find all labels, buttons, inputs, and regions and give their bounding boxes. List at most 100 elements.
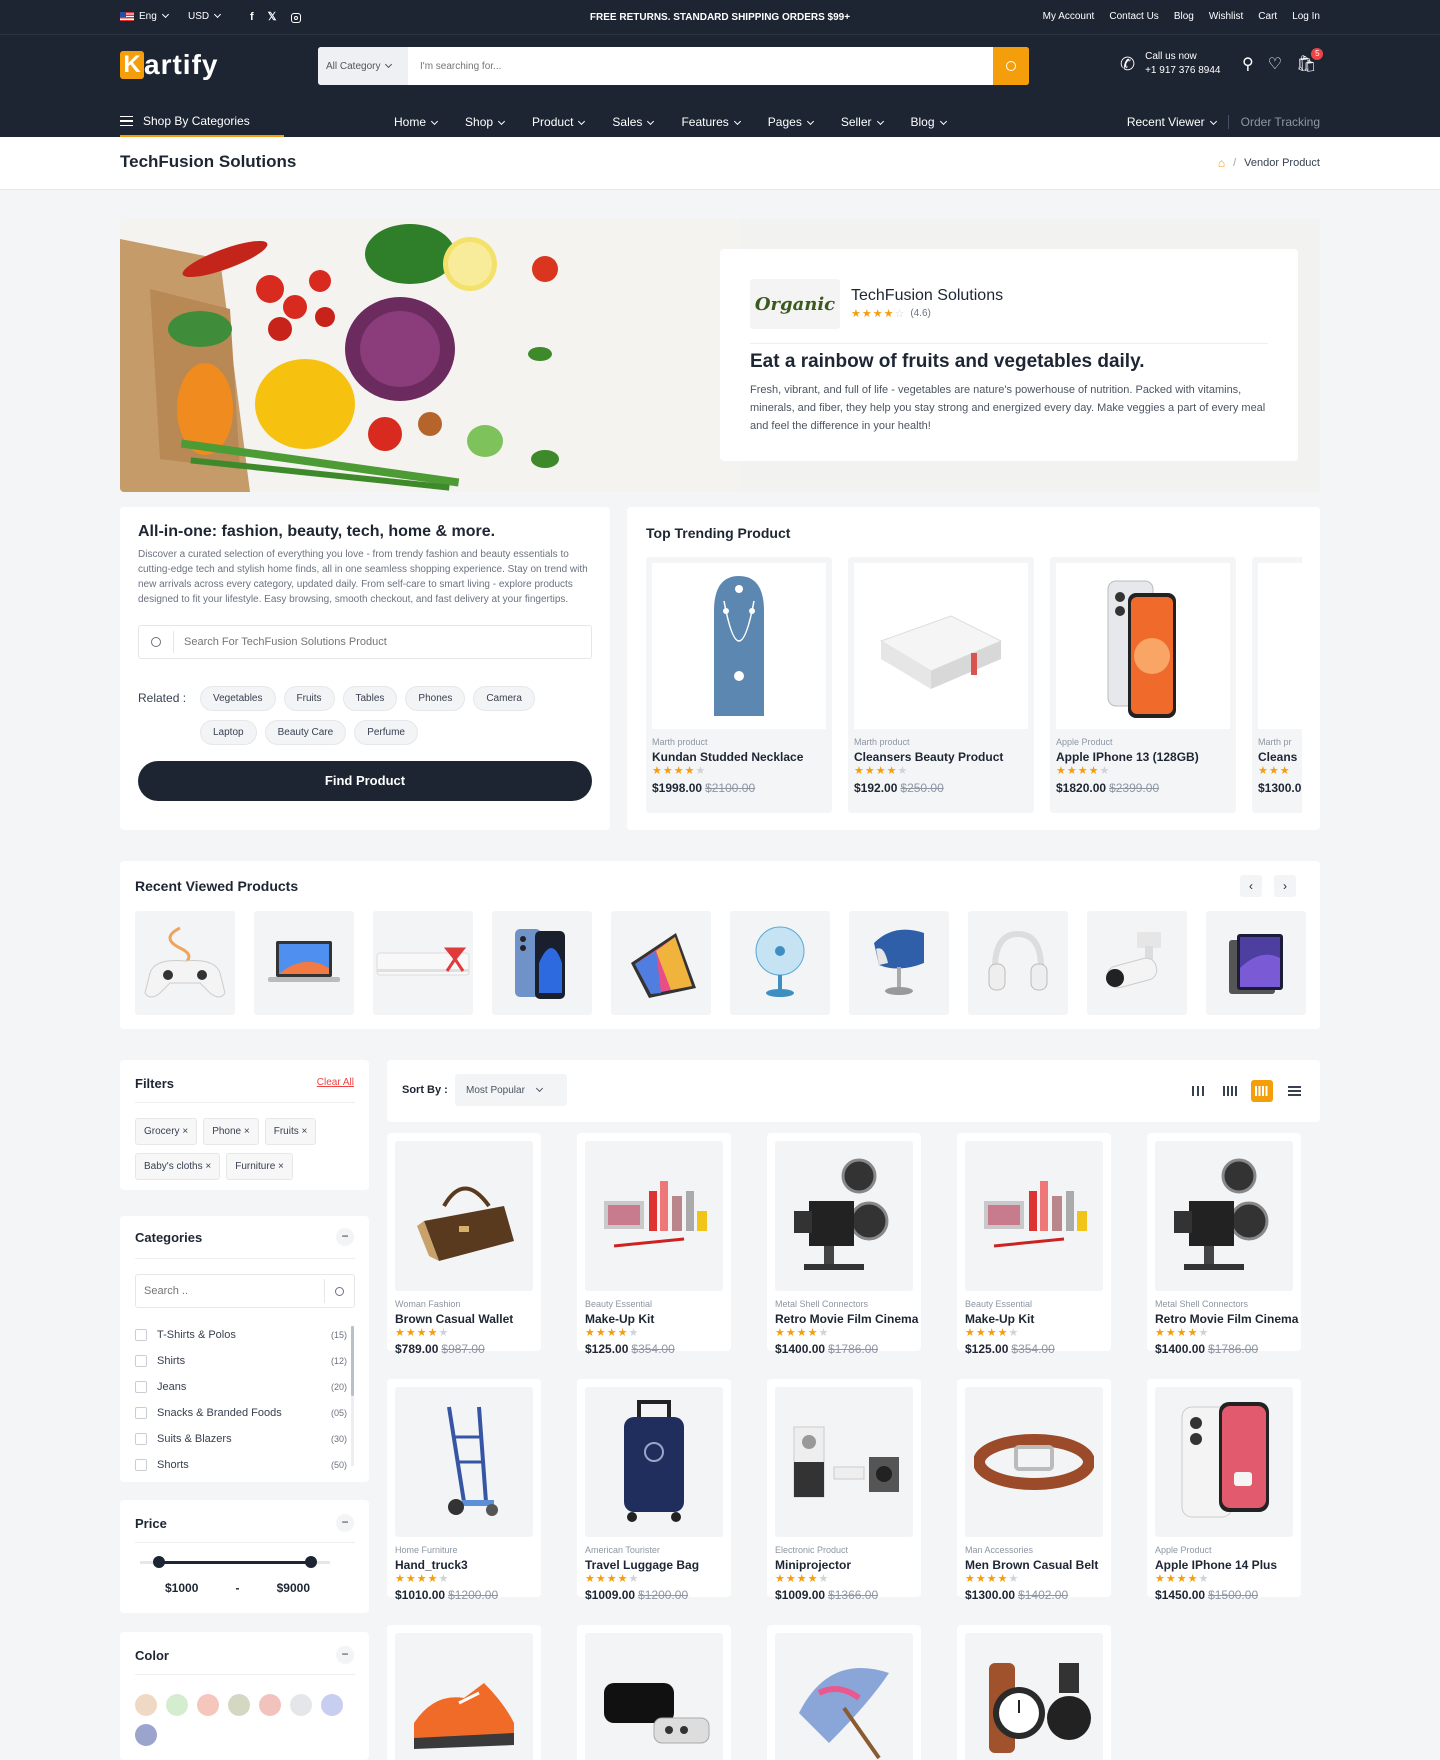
sort-select[interactable]: Most Popular [455,1074,567,1106]
filter-chip-phone[interactable]: Phone × [203,1118,259,1145]
air-conditioner-icon[interactable] [373,911,473,1015]
color-swatch[interactable] [135,1694,157,1716]
checkbox[interactable] [135,1329,147,1342]
close-icon[interactable]: × [244,1126,250,1137]
product-card[interactable] [957,1625,1111,1760]
product-card[interactable]: Beauty Essential Make-Up Kit ★★★★★ $125.00 $… [577,1133,731,1356]
tag-vegetables[interactable]: Vegetables [200,686,276,711]
laptop-icon[interactable] [254,911,354,1015]
grid-5-columns-icon[interactable] [1251,1080,1273,1102]
ipad-icon[interactable] [1206,911,1306,1015]
nav-blog[interactable]: Blog [911,115,947,129]
gamepad-icon[interactable] [135,911,235,1015]
tag-tables[interactable]: Tables [342,686,398,711]
category-item[interactable]: T-Shirts & Polos (15) [135,1322,347,1348]
checkbox[interactable] [135,1433,147,1446]
headphones-icon[interactable] [968,911,1068,1015]
color-swatch[interactable] [228,1694,250,1716]
product-card[interactable] [387,1625,541,1760]
scrollbar-thumb[interactable] [351,1326,354,1396]
color-swatch[interactable] [166,1694,188,1716]
product-card[interactable]: Electronic Product Miniprojector ★★★★★ $100… [767,1379,921,1602]
carousel-prev-button[interactable]: ‹ [1240,875,1262,897]
close-icon[interactable]: × [182,1126,188,1137]
product-card[interactable]: Home Furniture Hand_truck3 ★★★★★ $1010.00 $1… [387,1379,541,1602]
category-select[interactable]: All Category [318,47,408,85]
tag-camera[interactable]: Camera [473,686,535,711]
filter-chip-grocery[interactable]: Grocery × [135,1118,198,1145]
collapse-icon[interactable]: − [336,1646,354,1664]
checkbox[interactable] [135,1459,147,1472]
collapse-icon[interactable]: − [336,1228,354,1246]
color-swatch[interactable] [321,1694,343,1716]
list-view-icon[interactable] [1283,1080,1305,1102]
product-card[interactable]: American Tourister Travel Luggage Bag ★★★★… [577,1379,731,1602]
checkbox[interactable] [135,1407,147,1420]
product-card[interactable]: Metal Shell Connectors Retro Movie Film C… [767,1133,921,1356]
trending-product[interactable]: Marth product Cleansers Beauty Product ★★★… [848,557,1034,813]
vendor-search-input[interactable] [184,636,591,648]
color-swatch[interactable] [135,1724,157,1746]
tag-beauty-care[interactable]: Beauty Care [264,720,347,745]
fan-icon[interactable] [730,911,830,1015]
color-swatch[interactable] [259,1694,281,1716]
recent-viewer-menu[interactable]: Recent Viewer [1127,115,1217,129]
contact-us-link[interactable]: Contact Us [1109,11,1158,22]
cart-icon[interactable]: 🛍 5 [1296,48,1324,74]
trending-product[interactable]: Apple Product Apple IPhone 13 (128GB) ★★★★… [1050,557,1236,813]
price-min-handle[interactable] [153,1556,165,1568]
category-item[interactable]: Suits & Blazers (30) [135,1426,347,1452]
product-card[interactable] [767,1625,921,1760]
category-search-input[interactable] [136,1285,324,1297]
product-card[interactable]: Woman Fashion Brown Casual Wallet ★★★★★ $78… [387,1133,541,1356]
search-input[interactable] [408,47,993,85]
filter-chip-furniture[interactable]: Furniture × [226,1153,293,1180]
color-swatch[interactable] [290,1694,312,1716]
tag-fruits[interactable]: Fruits [283,686,335,711]
product-card[interactable]: Metal Shell Connectors Retro Movie Film C… [1147,1133,1301,1356]
tag-laptop[interactable]: Laptop [200,720,257,745]
trending-product[interactable]: Marth product Kundan Studded Necklace ★★★★… [646,557,832,813]
filter-chip-babys-cloths[interactable]: Baby's cloths × [135,1153,221,1180]
search-icon[interactable] [335,1286,344,1296]
product-card[interactable]: Beauty Essential Make-Up Kit ★★★★★ $125.00 $… [957,1133,1111,1356]
chair-icon[interactable] [849,911,949,1015]
collapse-icon[interactable]: − [336,1514,354,1532]
scrollbar-track[interactable] [351,1326,354,1466]
tag-perfume[interactable]: Perfume [354,720,418,745]
phone-icon[interactable] [492,911,592,1015]
nav-shop[interactable]: Shop [465,115,506,129]
nav-home[interactable]: Home [394,115,439,129]
close-icon[interactable]: × [205,1161,211,1172]
filter-chip-fruits[interactable]: Fruits × [264,1118,317,1145]
blog-link[interactable]: Blog [1174,11,1194,22]
login-link[interactable]: Log In [1292,11,1320,22]
nav-pages[interactable]: Pages [768,115,814,129]
product-card[interactable] [577,1625,731,1760]
logo[interactable]: K artify [120,49,218,81]
close-icon[interactable]: × [278,1161,284,1172]
user-icon[interactable]: ⚲ [1242,54,1254,74]
color-swatch[interactable] [197,1694,219,1716]
order-tracking-link[interactable]: Order Tracking [1241,115,1320,129]
my-account-link[interactable]: My Account [1043,11,1095,22]
clear-all-link[interactable]: Clear All [317,1077,354,1088]
camera-icon[interactable] [1087,911,1187,1015]
grid-4-columns-icon[interactable] [1219,1080,1241,1102]
category-item[interactable]: Jeans (20) [135,1374,347,1400]
category-item[interactable]: Snacks & Branded Foods (05) [135,1400,347,1426]
find-product-button[interactable]: Find Product [138,761,592,801]
search-button[interactable] [993,47,1029,85]
home-icon[interactable]: ⌂ [1218,156,1225,170]
nav-seller[interactable]: Seller [841,115,884,129]
close-icon[interactable]: × [302,1126,308,1137]
category-item[interactable]: Shorts (50) [135,1452,347,1478]
wishlist-link[interactable]: Wishlist [1209,11,1243,22]
tag-phones[interactable]: Phones [405,686,466,711]
nav-features[interactable]: Features [681,115,741,129]
nav-sales[interactable]: Sales [612,115,655,129]
carousel-next-button[interactable]: › [1274,875,1296,897]
heart-icon[interactable]: ♡ [1268,54,1282,74]
category-item[interactable]: Shirts (12) [135,1348,347,1374]
grid-3-columns-icon[interactable] [1187,1080,1209,1102]
